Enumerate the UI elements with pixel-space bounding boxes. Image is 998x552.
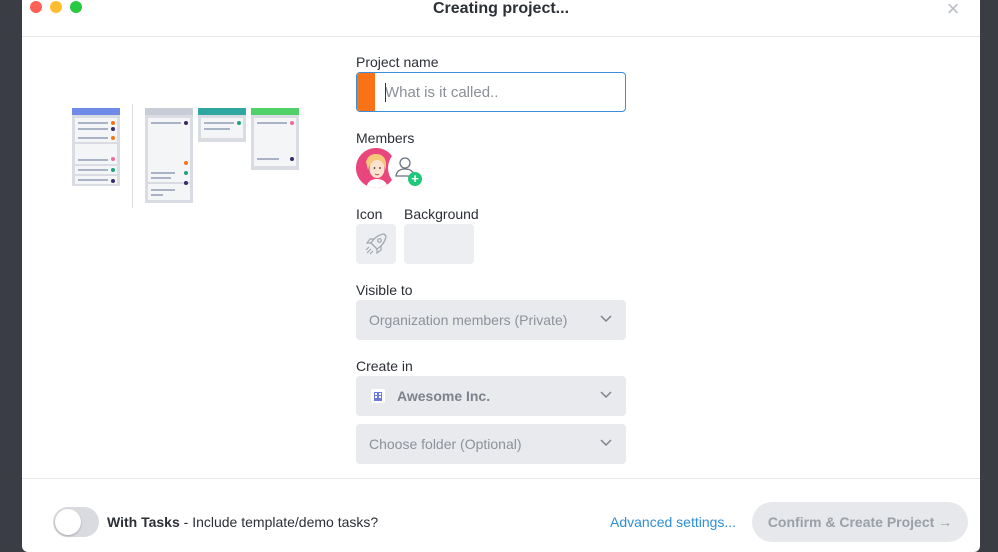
board-illustration — [72, 104, 299, 208]
visible-to-label: Visible to — [356, 282, 413, 298]
footer-divider — [22, 478, 980, 479]
title-bar: Creating project... × — [22, 0, 980, 37]
icon-picker[interactable] — [356, 224, 396, 264]
project-name-input[interactable] — [385, 73, 615, 111]
toggle-knob — [55, 509, 81, 535]
project-color-swatch[interactable] — [357, 73, 375, 111]
with-tasks-label: With Tasks - Include template/demo tasks… — [107, 514, 378, 530]
with-tasks-title: With Tasks — [107, 514, 180, 530]
members-label: Members — [356, 130, 415, 146]
visible-to-select[interactable]: Organization members (Private) — [356, 300, 626, 340]
create-project-window: Creating project... × Project name What … — [22, 0, 980, 552]
create-in-select[interactable]: Awesome Inc. — [356, 376, 626, 416]
with-tasks-description: - Include template/demo tasks? — [179, 514, 379, 530]
project-name-label: Project name — [356, 54, 439, 70]
chevron-down-icon — [600, 315, 612, 323]
create-in-value: Awesome Inc. — [397, 388, 491, 404]
create-in-label: Create in — [356, 358, 413, 374]
background-label: Background — [404, 206, 479, 222]
project-name-field[interactable] — [356, 72, 626, 112]
background-picker[interactable] — [404, 224, 474, 264]
close-icon[interactable]: × — [944, 0, 962, 20]
visible-to-value: Organization members (Private) — [369, 312, 568, 328]
window-title: Creating project... — [432, 0, 570, 17]
advanced-settings-link[interactable]: Advanced settings... — [610, 514, 736, 530]
folder-placeholder: Choose folder (Optional) — [369, 436, 522, 452]
text-caret — [385, 83, 386, 102]
building-icon — [371, 389, 385, 403]
with-tasks-toggle[interactable] — [53, 507, 99, 537]
chevron-down-icon — [600, 391, 612, 399]
folder-select[interactable]: Choose folder (Optional) — [356, 424, 626, 464]
chevron-down-icon — [600, 439, 612, 447]
plus-icon: + — [408, 172, 422, 186]
confirm-create-project-button[interactable]: Confirm & Create Project → — [752, 502, 968, 542]
icon-label: Icon — [356, 206, 383, 222]
rocket-icon — [365, 233, 387, 255]
